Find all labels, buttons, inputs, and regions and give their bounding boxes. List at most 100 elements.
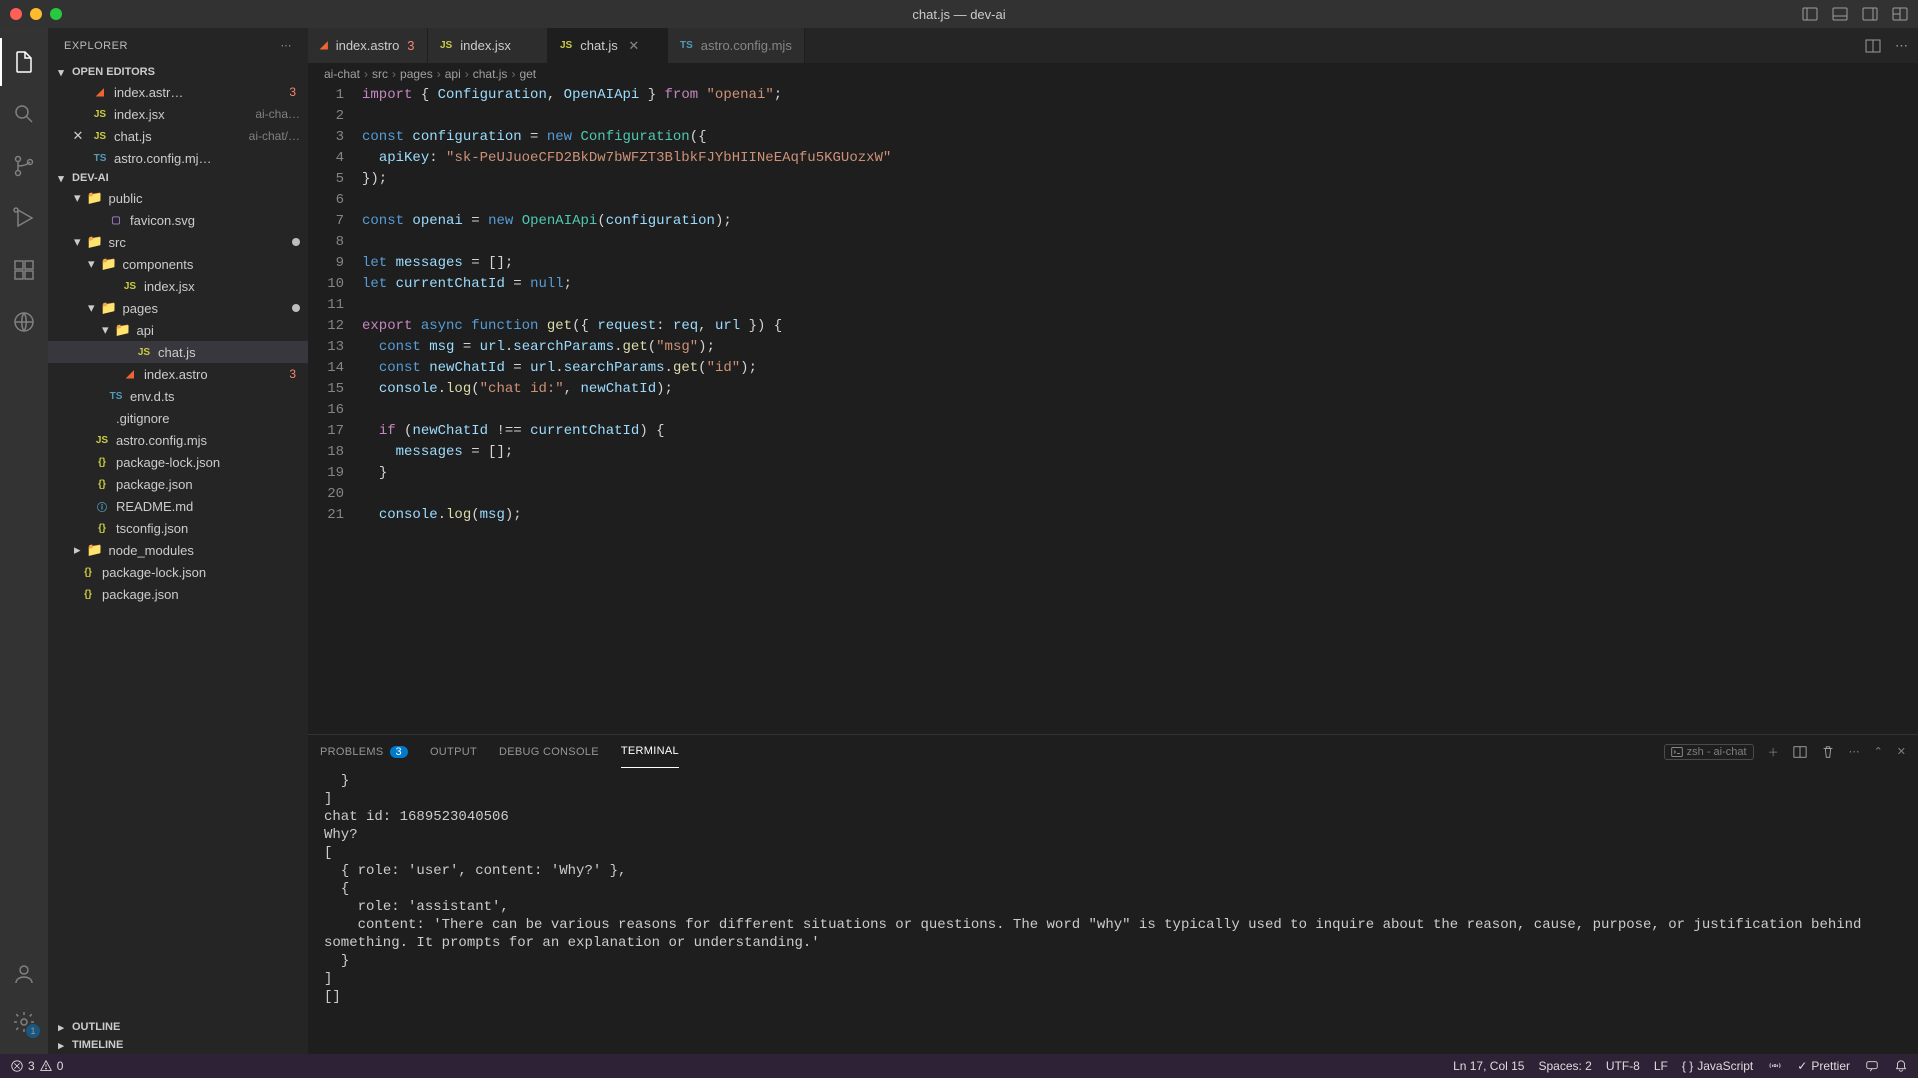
folder-item[interactable]: ▾📁components — [48, 253, 308, 275]
timeline-header[interactable]: ▸ TIMELINE — [48, 1036, 308, 1054]
close-panel-icon[interactable]: ✕ — [1897, 745, 1906, 758]
editor-tab[interactable]: JSindex.jsx — [428, 28, 548, 63]
status-lang[interactable]: { } JavaScript — [1682, 1059, 1753, 1073]
settings-badge: 1 — [26, 1024, 40, 1038]
line-number: 3 — [308, 127, 362, 148]
status-errors[interactable]: 3 0 — [10, 1059, 63, 1073]
status-feedback[interactable] — [1864, 1059, 1880, 1073]
remote-tab[interactable] — [0, 298, 48, 346]
maximize-panel-icon[interactable]: ⌃ — [1874, 745, 1883, 758]
trash-icon[interactable] — [1821, 745, 1835, 759]
status-encoding[interactable]: UTF-8 — [1606, 1059, 1640, 1073]
outline-header[interactable]: ▸ OUTLINE — [48, 1018, 308, 1036]
line-number: 9 — [308, 253, 362, 274]
search-tab[interactable] — [0, 90, 48, 138]
sidebar-more-icon[interactable]: ⋯ — [281, 39, 293, 52]
file-item[interactable]: ⓘREADME.md — [48, 495, 308, 517]
open-editor-item[interactable]: ✕JSchat.jsai-chat/… — [48, 125, 308, 147]
open-editor-item[interactable]: JSindex.jsxai-cha… — [48, 103, 308, 125]
source-control-tab[interactable] — [0, 142, 48, 190]
ts-file-icon: TS — [680, 40, 693, 51]
panel-more-icon[interactable]: ⋯ — [1849, 745, 1860, 758]
file-item[interactable]: ◢index.astro3 — [48, 363, 308, 385]
line-number: 17 — [308, 421, 362, 442]
explorer-tab[interactable] — [0, 38, 48, 86]
terminal-picker[interactable]: zsh - ai-chat — [1664, 744, 1754, 760]
status-indent[interactable]: Spaces: 2 — [1538, 1059, 1591, 1073]
sidebar-title: EXPLORER — [64, 40, 128, 52]
toggle-panel-right-icon[interactable] — [1862, 6, 1878, 22]
panel-tab-output[interactable]: OUTPUT — [430, 735, 477, 768]
panel-tab-debug[interactable]: DEBUG CONSOLE — [499, 735, 599, 768]
line-number: 18 — [308, 442, 362, 463]
status-bell[interactable] — [1894, 1059, 1908, 1073]
file-item[interactable]: TSenv.d.ts — [48, 385, 308, 407]
editor-tab[interactable]: JSchat.js✕ — [548, 28, 668, 63]
split-editor-icon[interactable] — [1865, 38, 1881, 54]
breadcrumb-item[interactable]: pages — [400, 67, 433, 81]
close-tab-icon[interactable]: ✕ — [626, 38, 642, 54]
folder-item[interactable]: ▾📁public — [48, 187, 308, 209]
open-editors-header[interactable]: ▾ OPEN EDITORS — [48, 63, 308, 81]
editor-more-icon[interactable]: ⋯ — [1895, 38, 1908, 54]
close-icon[interactable]: ✕ — [70, 128, 86, 144]
status-eol[interactable]: LF — [1654, 1059, 1668, 1073]
file-item[interactable]: JSchat.js — [48, 341, 308, 363]
close-window-button[interactable] — [10, 8, 22, 20]
editor-tab[interactable]: ◢index.astro3 — [308, 28, 428, 63]
code-editor[interactable]: 1import { Configuration, OpenAIApi } fro… — [308, 85, 1918, 734]
maximize-window-button[interactable] — [50, 8, 62, 20]
breadcrumb-item[interactable]: ai-chat — [324, 67, 360, 81]
accounts-tab[interactable] — [0, 950, 48, 998]
folder-item[interactable]: ▾📁api — [48, 319, 308, 341]
file-item[interactable]: {}package-lock.json — [48, 451, 308, 473]
file-item[interactable]: {}package.json — [48, 583, 308, 605]
file-item[interactable]: JSindex.jsx — [48, 275, 308, 297]
new-terminal-icon[interactable]: ＋ — [1768, 744, 1779, 760]
settings-tab[interactable]: 1 — [0, 998, 48, 1046]
editor-tab[interactable]: TSastro.config.mjs — [668, 28, 805, 63]
toggle-panel-bottom-icon[interactable] — [1832, 6, 1848, 22]
minimize-window-button[interactable] — [30, 8, 42, 20]
bottom-panel: PROBLEMS 3 OUTPUT DEBUG CONSOLE TERMINAL… — [308, 734, 1918, 1054]
customize-layout-icon[interactable] — [1892, 6, 1908, 22]
file-item[interactable]: ▢favicon.svg — [48, 209, 308, 231]
panel-tab-terminal[interactable]: TERMINAL — [621, 735, 679, 768]
extensions-icon — [12, 258, 36, 282]
file-item[interactable]: JSastro.config.mjs — [48, 429, 308, 451]
breadcrumb[interactable]: ai-chat›src›pages›api›chat.js›get — [308, 63, 1918, 85]
chevron-down-icon: ▾ — [54, 65, 68, 79]
breadcrumb-item[interactable]: chat.js — [473, 67, 508, 81]
status-go-live[interactable] — [1767, 1059, 1783, 1073]
file-item[interactable]: {}tsconfig.json — [48, 517, 308, 539]
title-bar-actions — [1802, 6, 1908, 22]
file-item[interactable]: {}package-lock.json — [48, 561, 308, 583]
bell-icon — [1894, 1059, 1908, 1073]
open-editor-item[interactable]: TSastro.config.mj… — [48, 147, 308, 169]
open-editor-item[interactable]: ◢index.astr…3 — [48, 81, 308, 103]
breadcrumb-item[interactable]: api — [445, 67, 461, 81]
breadcrumb-item[interactable]: get — [519, 67, 536, 81]
project-header[interactable]: ▾ DEV-AI — [48, 169, 308, 187]
line-number: 15 — [308, 379, 362, 400]
json-file-icon: {} — [94, 476, 110, 492]
json-file-icon: {} — [94, 520, 110, 536]
breadcrumb-item[interactable]: src — [372, 67, 388, 81]
line-number: 8 — [308, 232, 362, 253]
toggle-panel-left-icon[interactable] — [1802, 6, 1818, 22]
folder-item[interactable]: ▾📁src — [48, 231, 308, 253]
status-cursor[interactable]: Ln 17, Col 15 — [1453, 1059, 1524, 1073]
status-prettier[interactable]: ✓ Prettier — [1797, 1059, 1850, 1073]
run-debug-tab[interactable] — [0, 194, 48, 242]
file-item[interactable]: {}package.json — [48, 473, 308, 495]
terminal-output[interactable]: } ] chat id: 1689523040506 Why? [ { role… — [308, 768, 1918, 1054]
file-item[interactable]: .gitignore — [48, 407, 308, 429]
split-terminal-icon[interactable] — [1793, 745, 1807, 759]
line-number: 1 — [308, 85, 362, 106]
folder-item[interactable]: ▸📁node_modules — [48, 539, 308, 561]
folder-icon: 📁 — [87, 542, 103, 558]
extensions-tab[interactable] — [0, 246, 48, 294]
remote-icon — [12, 310, 36, 334]
panel-tab-problems[interactable]: PROBLEMS 3 — [320, 735, 408, 768]
folder-item[interactable]: ▾📁pages — [48, 297, 308, 319]
